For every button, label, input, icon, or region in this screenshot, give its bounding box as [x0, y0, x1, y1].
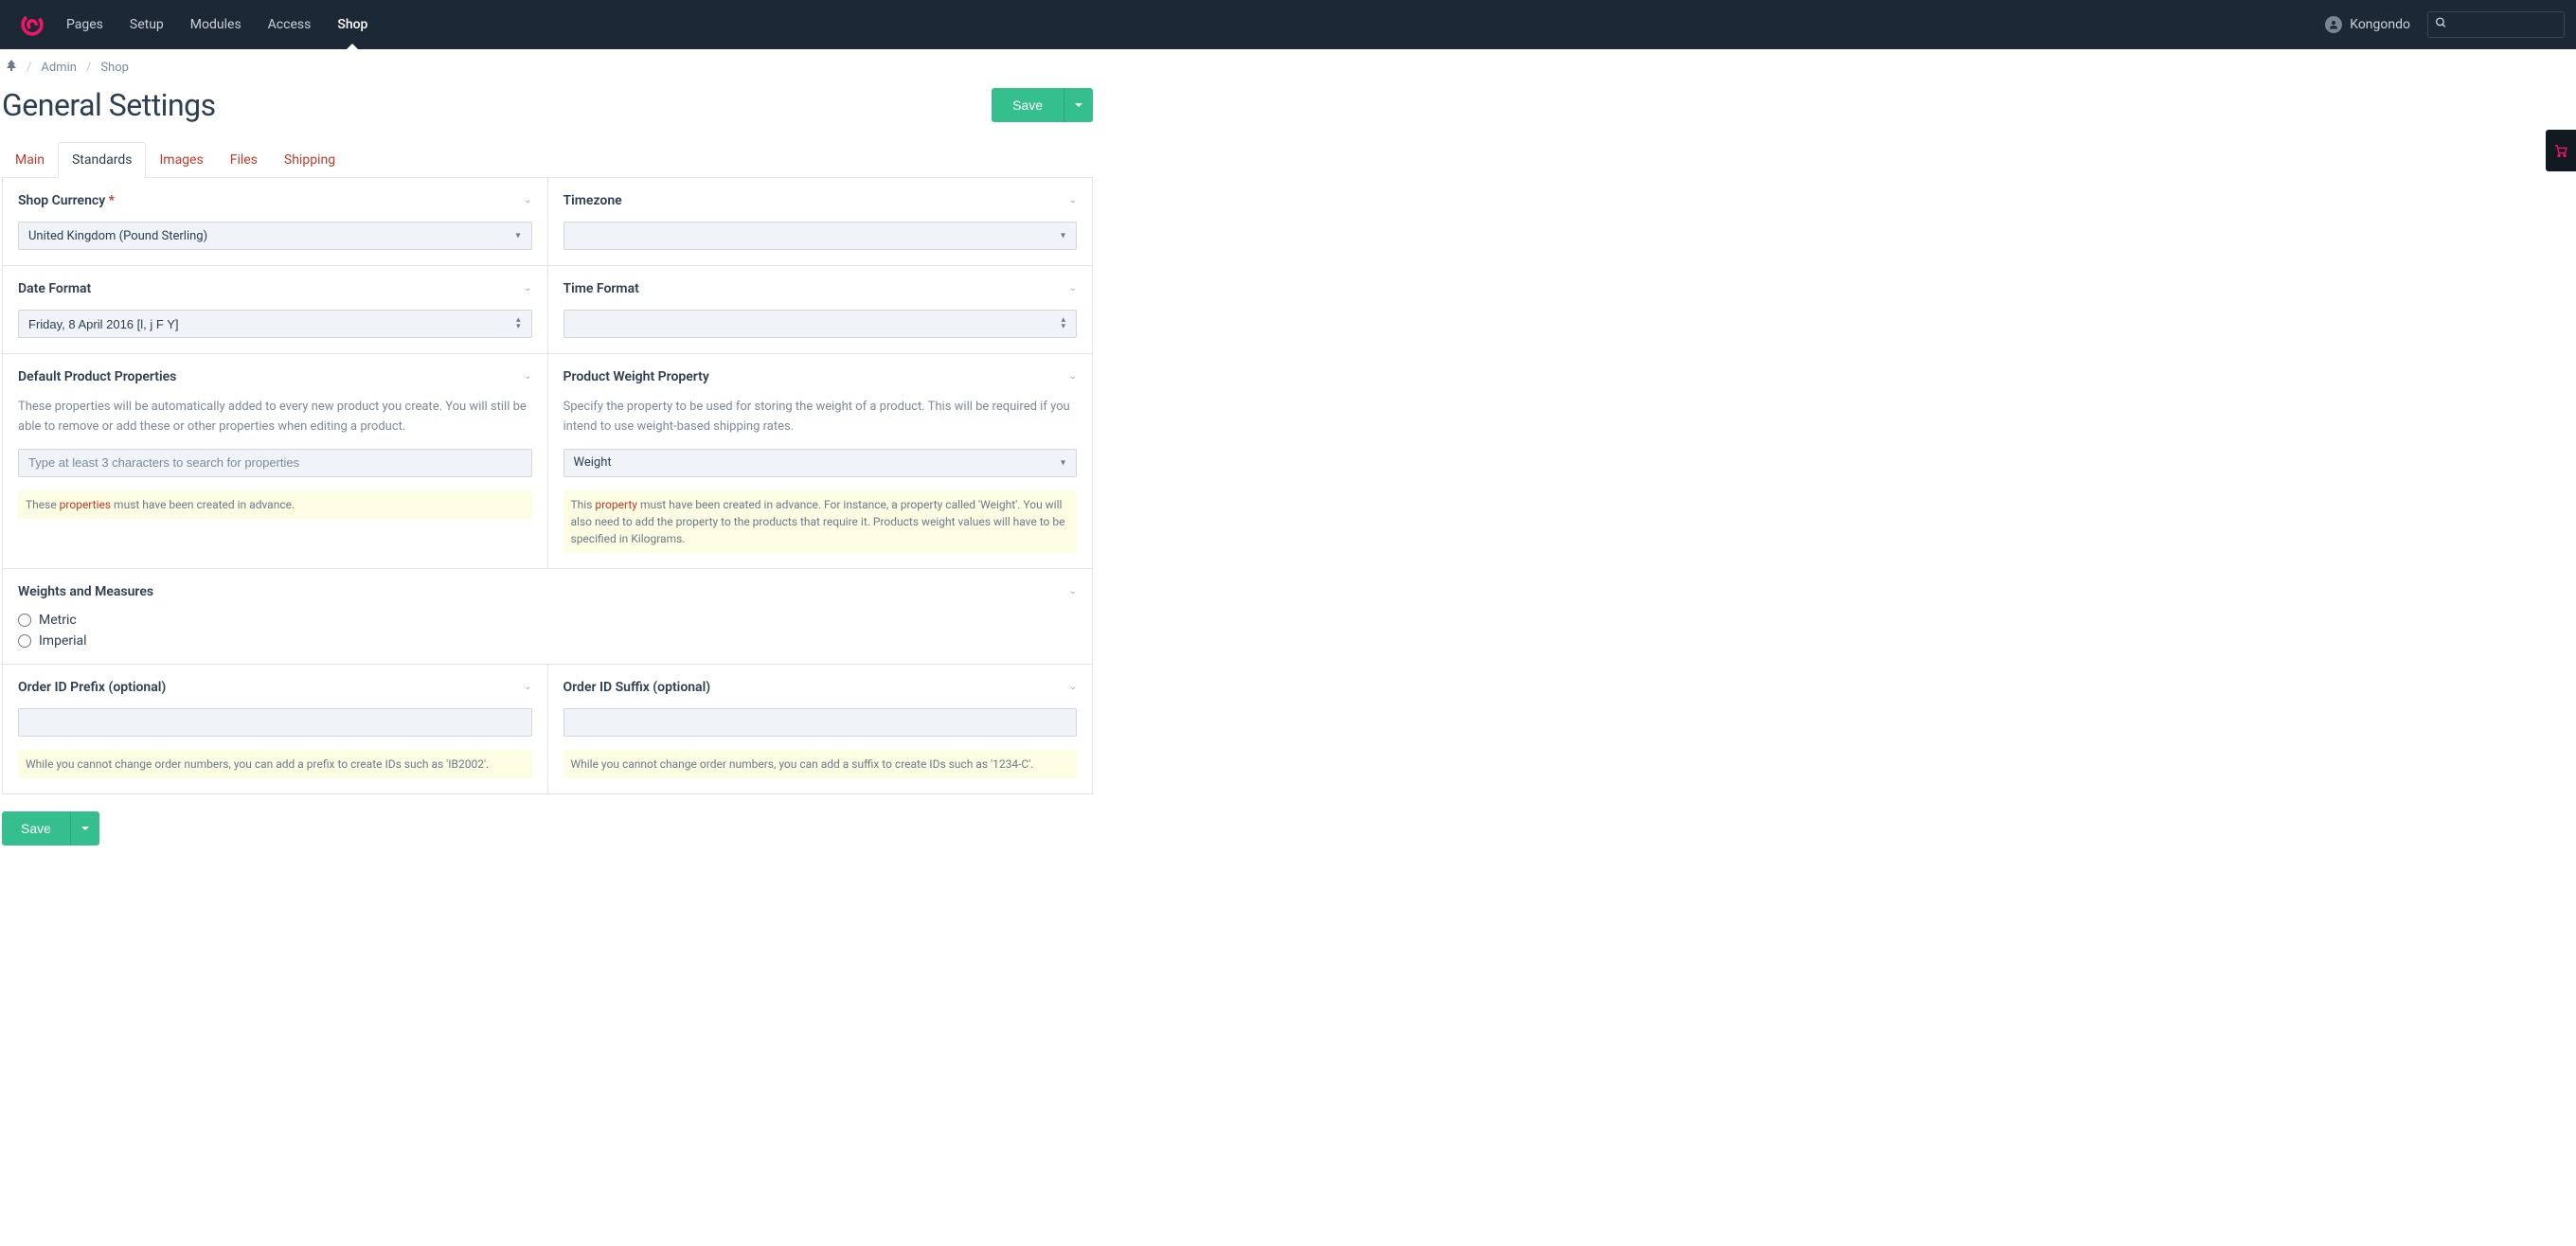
main-nav: Pages Setup Modules Access Shop: [53, 0, 381, 49]
date-format-select[interactable]: Friday, 8 April 2016 [l, j F Y]: [18, 310, 532, 338]
chevron-down-icon[interactable]: ⌄: [1069, 682, 1077, 692]
property-link[interactable]: property: [595, 498, 637, 511]
page-title: General Settings: [2, 87, 216, 123]
default-properties-note: These properties must have been created …: [18, 490, 532, 519]
user-menu[interactable]: Kongondo: [2325, 16, 2410, 33]
nav-pages[interactable]: Pages: [53, 0, 116, 49]
tabs: Main Standards Images Files Shipping: [2, 142, 1093, 178]
field-time-format: ⌄ Time Format ▴▾: [548, 266, 1093, 353]
breadcrumb-shop[interactable]: Shop: [100, 61, 129, 75]
chevron-down-icon[interactable]: ⌄: [524, 371, 531, 382]
field-shop-currency: ⌄ Shop Currency * United Kingdom (Pound …: [3, 178, 548, 265]
nav-shop[interactable]: Shop: [324, 0, 381, 49]
field-weight-property: ⌄ Product Weight Property Specify the pr…: [548, 354, 1093, 568]
chevron-down-icon: [1074, 100, 1083, 110]
logo[interactable]: [11, 12, 53, 37]
default-properties-desc: These properties will be automatically a…: [18, 398, 532, 437]
tab-images[interactable]: Images: [146, 143, 216, 177]
weight-property-desc: Specify the property to be used for stor…: [564, 398, 1078, 437]
field-weights-measures: ⌄ Weights and Measures Metric Imperial: [3, 569, 1092, 664]
cart-tab[interactable]: [2546, 130, 2576, 171]
required-star: *: [109, 193, 115, 208]
processwire-logo-icon: [20, 12, 45, 37]
weights-measures-label: Weights and Measures: [18, 584, 1077, 599]
order-suffix-note: While you cannot change order numbers, y…: [564, 750, 1078, 778]
time-format-select[interactable]: [564, 310, 1078, 338]
shop-currency-select[interactable]: United Kingdom (Pound Sterling): [18, 222, 532, 250]
timezone-select[interactable]: [564, 222, 1078, 250]
tab-shipping[interactable]: Shipping: [271, 143, 349, 177]
radio-imperial[interactable]: Imperial: [18, 633, 1077, 649]
field-order-suffix: ⌄ Order ID Suffix (optional) While you c…: [548, 665, 1093, 793]
tab-main[interactable]: Main: [2, 143, 58, 177]
time-format-label: Time Format: [564, 281, 1078, 296]
default-properties-input[interactable]: [18, 449, 532, 477]
bottom-save-group: Save: [2, 811, 1093, 846]
search-icon: [2435, 17, 2447, 33]
field-order-prefix: ⌄ Order ID Prefix (optional) While you c…: [3, 665, 548, 793]
chevron-down-icon[interactable]: ⌄: [524, 195, 531, 205]
order-prefix-input[interactable]: [18, 708, 532, 737]
save-button-bottom[interactable]: Save: [2, 811, 70, 846]
save-button[interactable]: Save: [992, 88, 1064, 122]
radio-metric[interactable]: Metric: [18, 613, 1077, 628]
order-prefix-note: While you cannot change order numbers, y…: [18, 750, 532, 778]
weight-property-label: Product Weight Property: [564, 369, 1078, 384]
breadcrumb: / Admin / Shop: [2, 49, 1093, 83]
user-avatar-icon: [2325, 16, 2342, 33]
weight-property-note: This property must have been created in …: [564, 490, 1078, 553]
chevron-down-icon[interactable]: ⌄: [524, 283, 531, 294]
field-timezone: ⌄ Timezone ▾: [548, 178, 1093, 265]
field-date-format: ⌄ Date Format Friday, 8 April 2016 [l, j…: [3, 266, 548, 353]
tree-icon[interactable]: [6, 59, 17, 76]
save-dropdown-button-bottom[interactable]: [70, 811, 99, 846]
tab-files[interactable]: Files: [217, 143, 271, 177]
search-box: [2427, 11, 2565, 38]
chevron-down-icon[interactable]: ⌄: [524, 682, 531, 692]
order-suffix-input[interactable]: [564, 708, 1078, 737]
topbar: Pages Setup Modules Access Shop Kongondo: [0, 0, 2576, 49]
tab-standards[interactable]: Standards: [58, 142, 147, 178]
nav-modules[interactable]: Modules: [177, 0, 255, 49]
chevron-down-icon[interactable]: ⌄: [1069, 195, 1077, 205]
save-button-group: Save: [992, 88, 1093, 122]
weight-property-select[interactable]: Weight: [564, 449, 1078, 477]
timezone-label: Timezone: [564, 193, 1078, 208]
default-properties-label: Default Product Properties: [18, 369, 532, 384]
chevron-down-icon[interactable]: ⌄: [1069, 371, 1077, 382]
cart-icon: [2553, 143, 2568, 158]
chevron-down-icon[interactable]: ⌄: [1069, 283, 1077, 294]
user-name: Kongondo: [2350, 17, 2410, 32]
chevron-down-icon: [80, 824, 90, 833]
breadcrumb-admin[interactable]: Admin: [41, 61, 77, 75]
order-suffix-label: Order ID Suffix (optional): [564, 680, 1078, 695]
save-dropdown-button[interactable]: [1064, 88, 1093, 122]
search-input[interactable]: [2427, 11, 2565, 38]
nav-setup[interactable]: Setup: [116, 0, 177, 49]
properties-link[interactable]: properties: [60, 498, 111, 511]
nav-access[interactable]: Access: [255, 0, 325, 49]
radio-metric-input[interactable]: [18, 614, 31, 627]
field-default-properties: ⌄ Default Product Properties These prope…: [3, 354, 548, 568]
radio-imperial-input[interactable]: [18, 634, 31, 648]
date-format-label: Date Format: [18, 281, 532, 296]
chevron-down-icon[interactable]: ⌄: [1069, 586, 1077, 596]
order-prefix-label: Order ID Prefix (optional): [18, 680, 532, 695]
form-panel: ⌄ Shop Currency * United Kingdom (Pound …: [2, 178, 1093, 794]
shop-currency-label: Shop Currency: [18, 193, 105, 208]
